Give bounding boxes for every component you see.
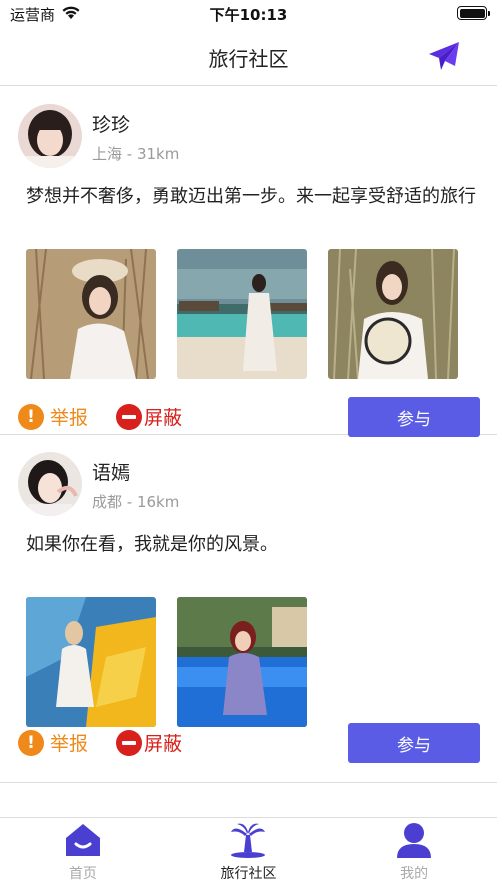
post-photo[interactable]: [26, 597, 156, 727]
location-distance: 成都 - 16km: [92, 493, 180, 511]
post-actions: ! 举报 屏蔽 参与: [18, 723, 480, 763]
photo-grid: [26, 597, 307, 727]
report-button[interactable]: ! 举报: [18, 403, 88, 430]
report-label: 举报: [50, 407, 89, 429]
block-label: 屏蔽: [144, 733, 183, 755]
block-label: 屏蔽: [144, 407, 183, 429]
tab-label: 我的: [400, 866, 429, 882]
tab-label: 旅行社区: [220, 866, 277, 882]
warning-icon: !: [18, 403, 44, 430]
nav-bar: 旅行社区: [0, 28, 497, 86]
username[interactable]: 珍珍: [92, 110, 130, 137]
post-card: 语嫣 成都 - 16km 如果你在看，我就是你的风景。 ! 举报 屏蔽 参与: [0, 435, 497, 782]
tab-community[interactable]: 旅行社区: [166, 818, 332, 883]
join-button[interactable]: 参与: [348, 397, 480, 437]
battery-icon: [457, 6, 490, 20]
tab-label: 首页: [68, 866, 97, 882]
feed[interactable]: 珍珍 上海 - 31km 梦想并不奢侈，勇敢迈出第一步。来一起享受舒适的旅行 !…: [0, 87, 497, 817]
photo-grid: [26, 249, 458, 379]
wifi-icon: [61, 5, 81, 24]
status-bar: 运营商 下午10:13: [0, 0, 497, 28]
palm-tree-icon: [229, 822, 267, 858]
report-label: 举报: [50, 733, 89, 755]
send-icon[interactable]: [427, 40, 461, 72]
page-title: 旅行社区: [208, 47, 289, 71]
block-button[interactable]: 屏蔽: [116, 403, 182, 430]
avatar[interactable]: [18, 104, 82, 168]
post-photo[interactable]: [328, 249, 458, 379]
status-left: 运营商: [10, 4, 81, 25]
home-icon: [64, 822, 102, 858]
location-distance: 上海 - 31km: [92, 145, 180, 163]
report-button[interactable]: ! 举报: [18, 729, 88, 756]
block-button[interactable]: 屏蔽: [116, 729, 182, 756]
post-text: 梦想并不奢侈，勇敢迈出第一步。来一起享受舒适的旅行: [26, 186, 476, 207]
tab-bar: 首页 旅行社区 我的: [0, 817, 497, 883]
post-actions: ! 举报 屏蔽 参与: [18, 397, 480, 437]
post-photo[interactable]: [177, 249, 307, 379]
post-text: 如果你在看，我就是你的风景。: [26, 534, 278, 555]
person-icon: [395, 822, 433, 858]
post-photo[interactable]: [26, 249, 156, 379]
username[interactable]: 语嫣: [92, 458, 130, 485]
divider: [0, 782, 497, 783]
tab-home[interactable]: 首页: [0, 818, 166, 883]
block-icon: [116, 403, 142, 430]
block-icon: [116, 729, 142, 756]
carrier-label: 运营商: [10, 6, 56, 24]
tab-profile[interactable]: 我的: [331, 818, 497, 883]
join-button[interactable]: 参与: [348, 723, 480, 763]
avatar[interactable]: [18, 452, 82, 516]
post-card: 珍珍 上海 - 31km 梦想并不奢侈，勇敢迈出第一步。来一起享受舒适的旅行 !…: [0, 87, 497, 437]
warning-icon: !: [18, 729, 44, 756]
post-photo[interactable]: [177, 597, 307, 727]
